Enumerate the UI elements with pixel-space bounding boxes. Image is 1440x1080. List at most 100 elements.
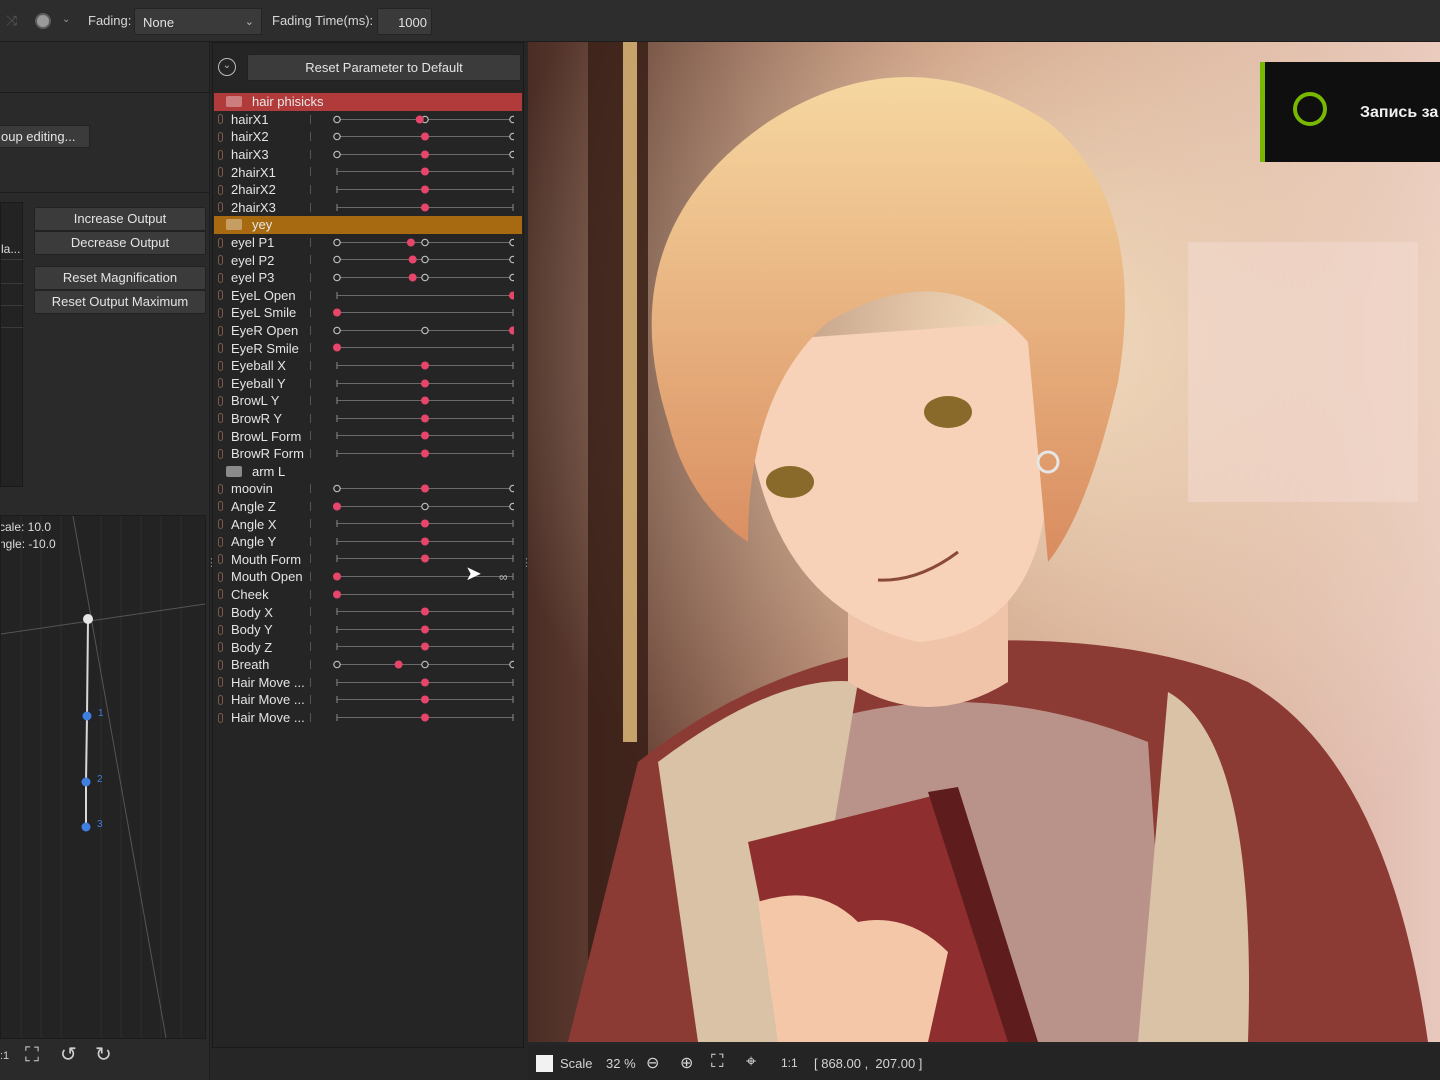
lock-icon[interactable]: [218, 343, 223, 354]
parameter-slider[interactable]: [326, 339, 514, 356]
curve-graph-svg[interactable]: [1, 516, 205, 1038]
lock-icon[interactable]: [218, 519, 223, 530]
parameter-row[interactable]: EyeR Open: [214, 322, 522, 340]
lock-icon[interactable]: [218, 677, 223, 688]
fit-view-icon[interactable]: ⛶: [25, 1044, 39, 1067]
lock-icon[interactable]: [218, 642, 223, 653]
parameter-row[interactable]: 2hairX2: [214, 181, 522, 199]
parameter-slider[interactable]: [326, 656, 514, 673]
parameter-slider[interactable]: [326, 621, 514, 638]
parameter-slider[interactable]: [326, 533, 514, 550]
parameter-slider[interactable]: [326, 427, 514, 444]
parameter-row[interactable]: Angle X: [214, 515, 522, 533]
parameter-slider[interactable]: [326, 674, 514, 691]
parameter-slider[interactable]: [326, 234, 514, 251]
actual-size-label[interactable]: 1:1: [781, 1056, 798, 1070]
reset-output-maximum-button[interactable]: Reset Output Maximum: [34, 290, 206, 314]
parameter-row[interactable]: eyel P2: [214, 251, 522, 269]
rotate-left-icon[interactable]: ↺: [60, 1042, 77, 1067]
parameter-group[interactable]: arm L: [214, 462, 522, 481]
parameter-slider[interactable]: [326, 445, 514, 462]
parameter-row[interactable]: Body X: [214, 603, 522, 621]
parameter-slider[interactable]: [326, 146, 514, 163]
lock-icon[interactable]: [218, 712, 223, 723]
curve-point[interactable]: [81, 822, 91, 832]
parameter-row[interactable]: Cheek: [214, 586, 522, 604]
curve-handle[interactable]: [83, 614, 93, 624]
lock-icon[interactable]: [218, 413, 223, 424]
parameter-slider[interactable]: [326, 199, 514, 216]
parameter-slider[interactable]: [326, 515, 514, 532]
lock-icon[interactable]: [218, 202, 223, 213]
center-view-icon[interactable]: ⌖: [746, 1051, 756, 1072]
parameter-slider[interactable]: [326, 111, 514, 128]
lock-icon[interactable]: [218, 659, 223, 670]
parameter-row[interactable]: Hair Move ...: [214, 691, 522, 709]
lock-icon[interactable]: [218, 395, 223, 406]
parameter-slider[interactable]: [326, 480, 514, 497]
record-dot-icon[interactable]: [35, 13, 51, 29]
parameter-row[interactable]: Body Y: [214, 621, 522, 639]
lock-icon[interactable]: [218, 360, 223, 371]
lock-icon[interactable]: [218, 607, 223, 618]
curve-point[interactable]: [82, 711, 92, 721]
lock-icon[interactable]: [218, 378, 223, 389]
parameter-row[interactable]: 2hairX1: [214, 163, 522, 181]
fading-select[interactable]: None ⌄: [134, 8, 262, 35]
parameter-row[interactable]: Eyeball Y: [214, 375, 522, 393]
lock-icon[interactable]: [218, 483, 223, 494]
lock-icon[interactable]: [218, 237, 223, 248]
collapse-circle-icon[interactable]: ⌄: [218, 58, 236, 76]
parameter-slider[interactable]: [326, 251, 514, 268]
parameter-slider[interactable]: [326, 691, 514, 708]
lock-icon[interactable]: [218, 184, 223, 195]
lock-icon[interactable]: [218, 114, 223, 125]
parameter-row[interactable]: Body Z: [214, 638, 522, 656]
parameter-row[interactable]: Eyeball X: [214, 357, 522, 375]
lock-icon[interactable]: [218, 307, 223, 318]
parameter-group[interactable]: hair phisicks: [214, 93, 522, 111]
fit-view-icon[interactable]: ⛶: [711, 1051, 724, 1072]
lock-icon[interactable]: [218, 431, 223, 442]
curve-point[interactable]: [81, 777, 91, 787]
parameter-slider[interactable]: [326, 392, 514, 409]
parameter-row[interactable]: BrowL Form: [214, 427, 522, 445]
parameter-row[interactable]: BrowL Y: [214, 392, 522, 410]
parameter-row[interactable]: moovin: [214, 480, 522, 498]
parameter-slider[interactable]: [326, 357, 514, 374]
scale-checkbox[interactable]: [536, 1055, 553, 1072]
resize-handle-icon[interactable]: ⋮: [206, 556, 217, 569]
parameter-row[interactable]: Breath: [214, 656, 522, 674]
parameter-slider[interactable]: [326, 128, 514, 145]
rotate-right-icon[interactable]: ↻: [95, 1042, 112, 1067]
lock-icon[interactable]: [218, 694, 223, 705]
parameter-row[interactable]: EyeL Open: [214, 287, 522, 305]
parameter-group[interactable]: yey: [214, 216, 522, 234]
parameter-row[interactable]: Angle Y: [214, 533, 522, 551]
parameter-slider[interactable]: [326, 287, 514, 304]
parameter-slider[interactable]: [326, 375, 514, 392]
parameter-slider[interactable]: [326, 269, 514, 286]
parameter-slider[interactable]: ∞: [326, 568, 514, 585]
decrease-output-button[interactable]: Decrease Output: [34, 231, 206, 255]
lock-icon[interactable]: [218, 167, 223, 178]
parameter-row[interactable]: Angle Z: [214, 498, 522, 516]
parameter-row[interactable]: hairX3: [214, 146, 522, 164]
shuffle-icon[interactable]: ⤨: [6, 12, 17, 29]
increase-output-button[interactable]: Increase Output: [34, 207, 206, 231]
lock-icon[interactable]: [218, 272, 223, 283]
parameter-row[interactable]: eyel P3: [214, 269, 522, 287]
parameter-slider[interactable]: [326, 603, 514, 620]
model-canvas[interactable]: Запись за: [528, 42, 1440, 1042]
lock-icon[interactable]: [218, 448, 223, 459]
parameter-slider[interactable]: [326, 586, 514, 603]
parameter-row[interactable]: hairX1: [214, 111, 522, 129]
parameter-slider[interactable]: [326, 163, 514, 180]
lock-icon[interactable]: [218, 536, 223, 547]
parameter-slider[interactable]: [326, 498, 514, 515]
parameter-slider[interactable]: [326, 181, 514, 198]
lock-icon[interactable]: [218, 571, 223, 582]
parameter-row[interactable]: 2hairX3: [214, 199, 522, 217]
parameter-slider[interactable]: [326, 410, 514, 427]
zoom-in-icon[interactable]: ⊕: [680, 1053, 693, 1073]
